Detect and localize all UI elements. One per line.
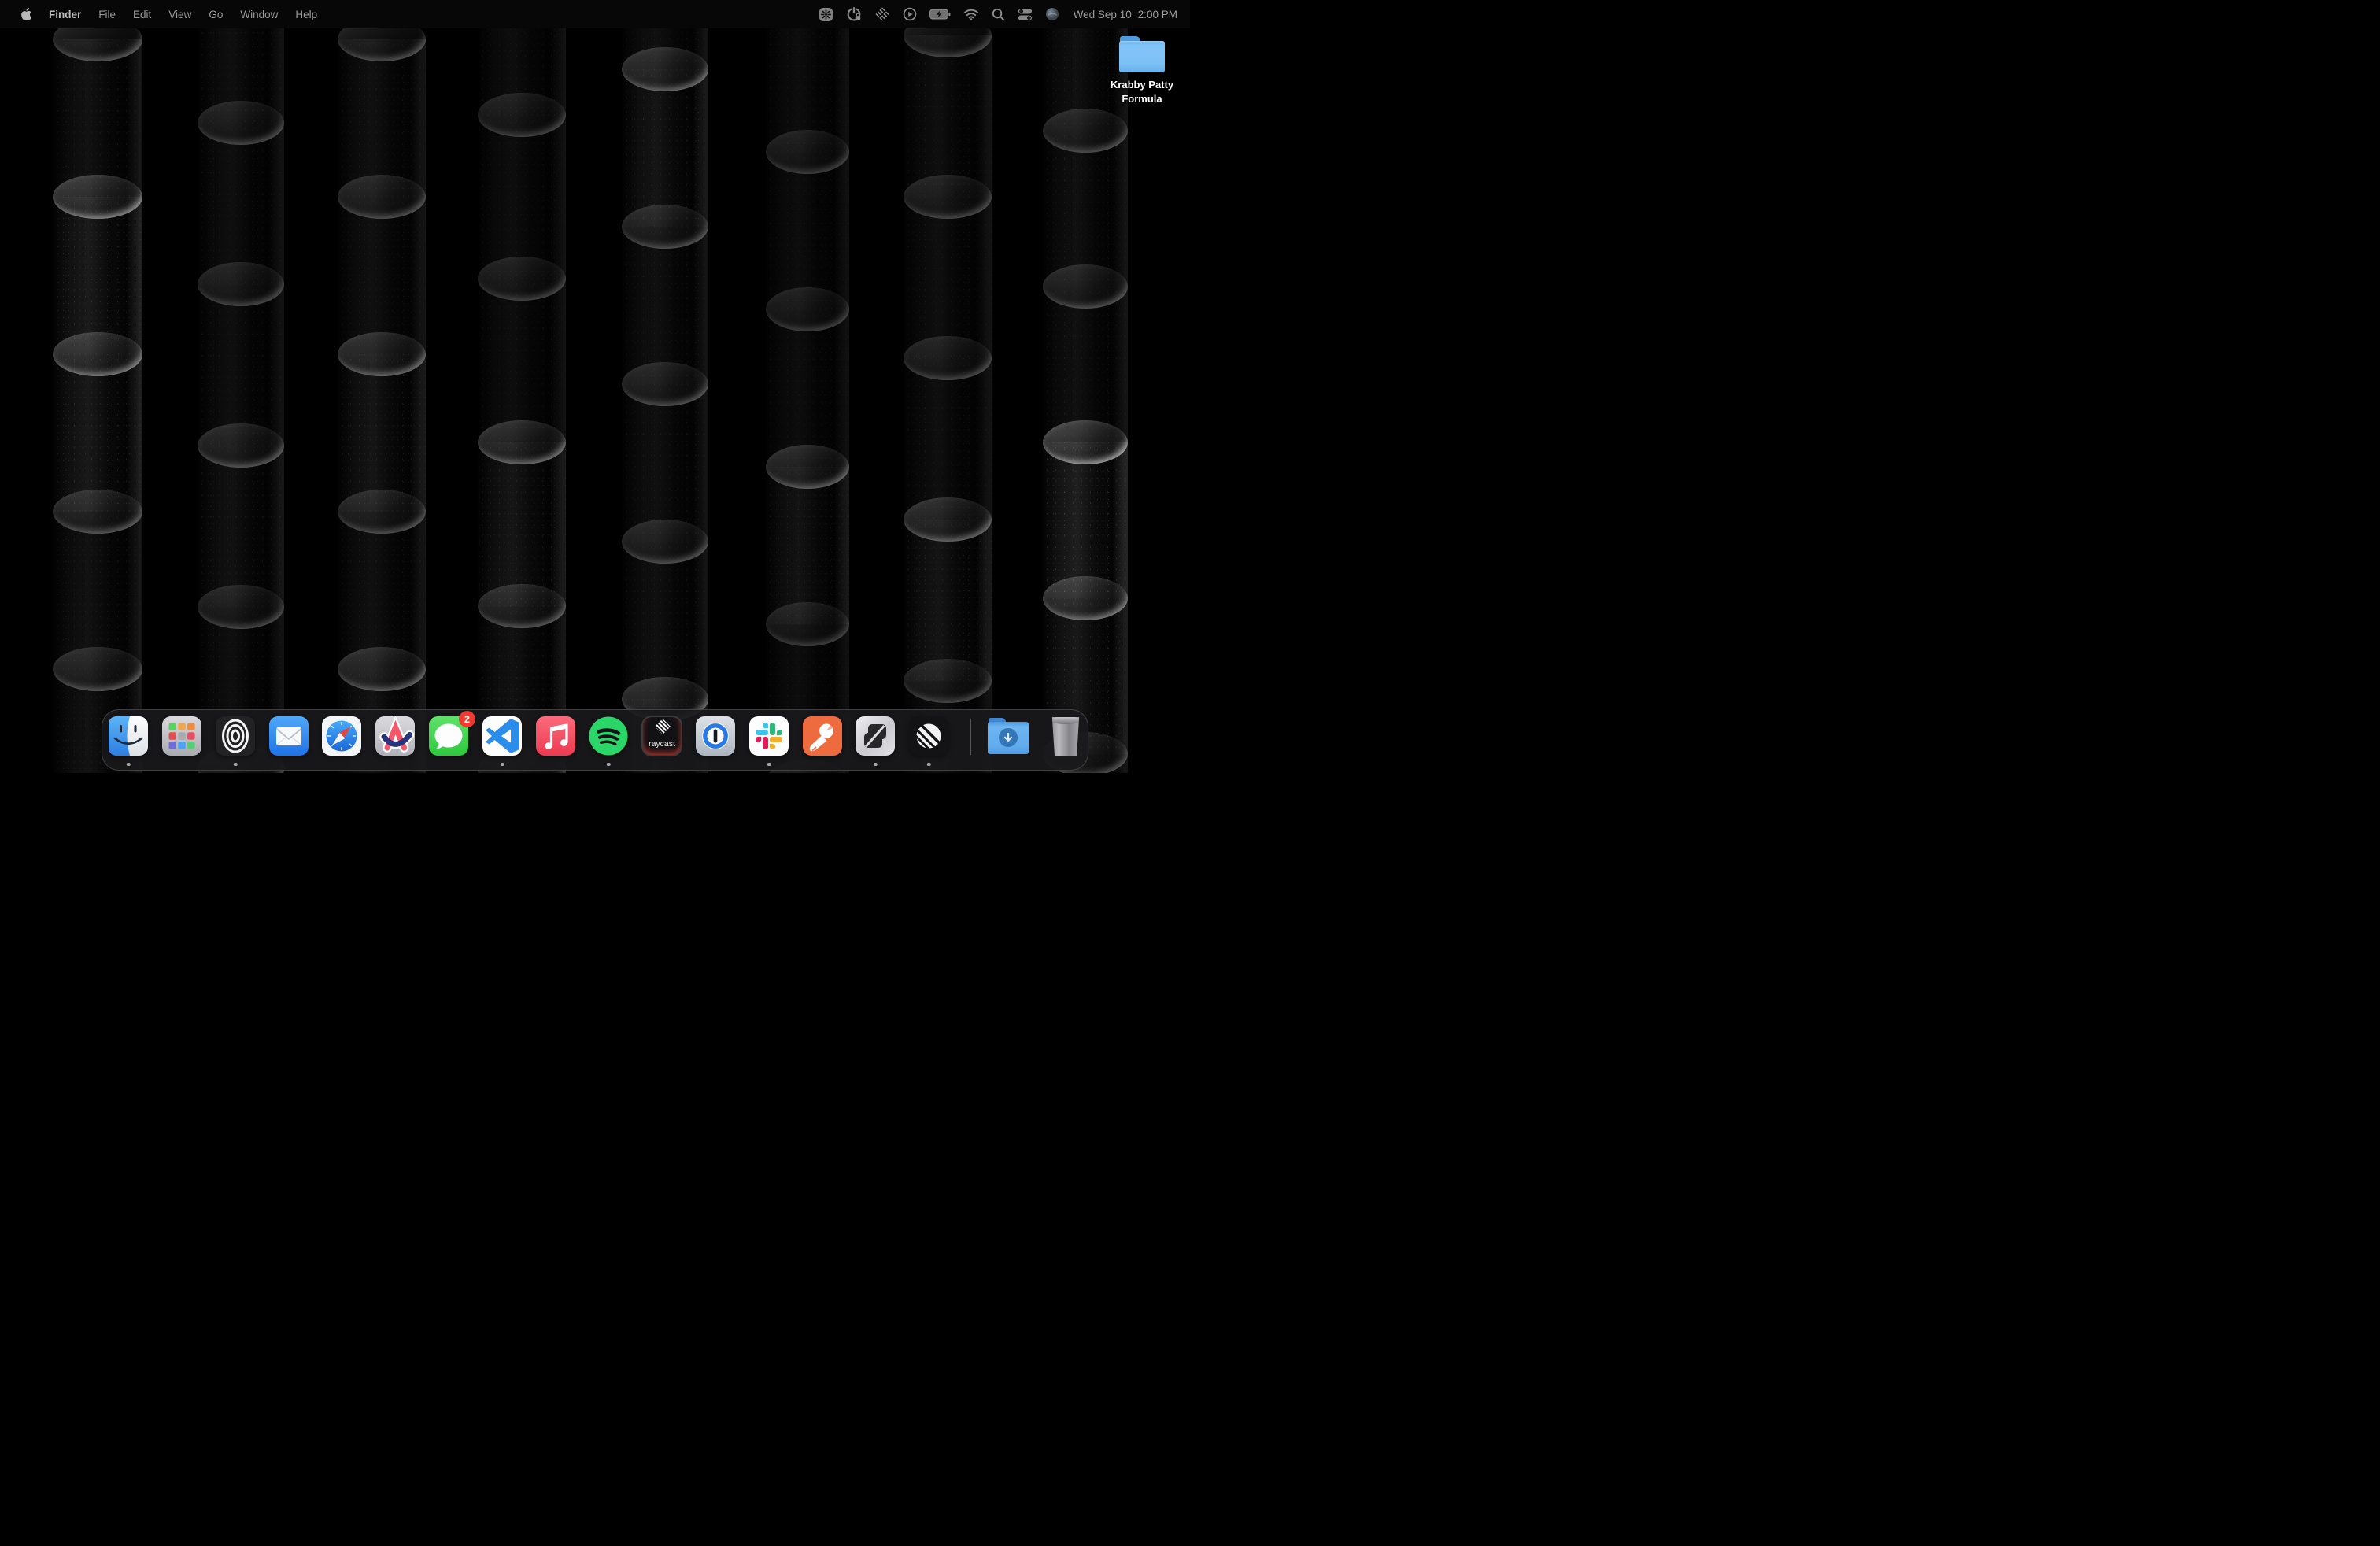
menu-date[interactable]: Wed Sep 10 [1066, 9, 1136, 20]
folder-icon [1119, 36, 1165, 72]
wifi-icon[interactable] [957, 9, 985, 20]
raycast-menu-icon[interactable] [868, 6, 896, 22]
wallpaper-cylinder-segment [338, 17, 426, 197]
dock-arc-browser-icon[interactable] [375, 716, 416, 756]
dock-messages-icon[interactable]: 2 [428, 716, 469, 756]
dock-mail-icon[interactable] [268, 716, 309, 756]
wallpaper-cylinder-segment [53, 17, 142, 197]
running-indicator [234, 763, 238, 767]
wallpaper-cylinder-segment [198, 101, 284, 284]
wallpaper-cylinder-segment [478, 93, 566, 279]
siri-icon[interactable] [1039, 7, 1066, 21]
dock-postman-icon[interactable] [802, 716, 843, 756]
folder-label: Krabby Patty Formula [1107, 78, 1177, 105]
wallpaper-cylinder-segment [53, 175, 142, 354]
power-lock-menu-icon[interactable] [840, 6, 868, 22]
menu-time[interactable]: 2:00 PM [1136, 9, 1179, 20]
running-indicator [767, 763, 771, 767]
wallpaper-cylinder-segment [478, 420, 566, 606]
dock-spotify-icon[interactable] [588, 716, 629, 756]
menu-bar-status: Wed Sep 10 2:00 PM [812, 6, 1190, 22]
wallpaper-cylinder-segment [338, 175, 426, 354]
now-playing-icon[interactable] [896, 7, 923, 21]
battery-charging-icon[interactable] [923, 9, 957, 20]
wallpaper-cylinder-segment [904, 336, 992, 520]
apple-menu[interactable] [11, 6, 40, 22]
burst-menu-icon[interactable] [812, 7, 840, 22]
wallpaper-cylinder-column [904, 0, 992, 773]
dock-safari-icon[interactable] [321, 716, 362, 756]
wallpaper-cylinder-segment [766, 130, 849, 309]
wallpaper-cylinder-segment [338, 332, 426, 512]
spotlight-search-icon[interactable] [985, 8, 1011, 21]
dock-linear-icon[interactable] [908, 716, 949, 756]
wallpaper-cylinder-segment [766, 445, 849, 624]
raycast-label: raycast [643, 739, 681, 749]
wallpaper-cylinder-column [338, 0, 426, 773]
menu-bar-left: Finder File Edit View Go Window Help [0, 6, 326, 22]
wallpaper-cylinder-segment [1043, 264, 1128, 442]
dock-zed-icon[interactable] [855, 716, 896, 756]
dock-launchpad-icon[interactable] [161, 716, 202, 756]
wallpaper-cylinder-column [622, 0, 708, 773]
wallpaper-cylinder-segment [904, 13, 992, 197]
dock-finder-icon[interactable] [108, 716, 149, 756]
trash-can [1050, 716, 1081, 756]
running-indicator [874, 763, 878, 767]
wallpaper-cylinder-column [1043, 0, 1128, 773]
menu-window[interactable]: Window [231, 9, 286, 20]
dock-raycast-icon[interactable]: raycast [641, 716, 682, 756]
control-center-icon[interactable] [1011, 8, 1039, 21]
wallpaper-cylinder-segment [766, 760, 849, 773]
wallpaper-cylinder-column [478, 0, 566, 773]
wallpaper-cylinder-column [198, 0, 284, 773]
wallpaper-cylinder-segment [338, 490, 426, 669]
running-indicator [927, 763, 931, 767]
wallpaper-cylinder-segment [198, 262, 284, 446]
wallpaper-cylinder-segment [1043, 109, 1128, 287]
messages-unread-badge: 2 [459, 711, 475, 727]
dock-downloads-folder-icon[interactable] [988, 716, 1029, 756]
wallpaper-cylinder-segment [766, 287, 849, 467]
menu-go[interactable]: Go [200, 9, 231, 20]
dock-apple-music-icon[interactable] [535, 716, 576, 756]
wallpaper-cylinder-column [766, 0, 849, 773]
menu-help[interactable]: Help [286, 9, 326, 20]
running-indicator [607, 763, 611, 767]
running-indicator [127, 763, 131, 767]
wallpaper-cylinder-segment [622, 205, 708, 384]
wallpaper-cylinder-segment [1043, 420, 1128, 598]
wallpaper-cylinder-segment [622, 520, 708, 699]
downloads-folder-shape [988, 718, 1029, 754]
running-indicator [501, 763, 504, 767]
dock-vscode-icon[interactable] [482, 716, 523, 756]
wallpaper-cylinder-segment [904, 175, 992, 358]
menu-view[interactable]: View [160, 9, 200, 20]
wallpaper-cylinder-segment [622, 47, 708, 227]
wallpaper-cylinder-segment [53, 332, 142, 512]
wallpaper-cylinder-segment [478, 257, 566, 442]
download-arrow-icon [999, 728, 1018, 747]
wallpaper-cylinder-segment [904, 497, 992, 681]
menu-bar: Finder File Edit View Go Window Help [0, 0, 1190, 28]
dock-concentric-rings-icon[interactable] [215, 716, 256, 756]
raycast-frame: raycast [641, 716, 682, 756]
dock-slack-icon[interactable] [748, 716, 789, 756]
menu-edit[interactable]: Edit [124, 9, 160, 20]
apple-icon [19, 6, 32, 22]
desktop-screen: Finder File Edit View Go Window Help [0, 0, 1190, 773]
menu-file[interactable]: File [90, 9, 124, 20]
dock-1password-icon[interactable] [695, 716, 736, 756]
wallpaper-cylinder-segment [622, 362, 708, 542]
wallpaper-cylinder-segment [53, 490, 142, 669]
wallpaper-cylinder-segment [198, 423, 284, 607]
wallpaper [0, 0, 1190, 773]
desktop-folder-krabby-patty[interactable]: Krabby Patty Formula [1107, 36, 1177, 105]
menu-finder[interactable]: Finder [40, 9, 90, 20]
wallpaper-cylinder-column [53, 0, 142, 773]
dock-trash-icon[interactable] [1045, 716, 1086, 756]
